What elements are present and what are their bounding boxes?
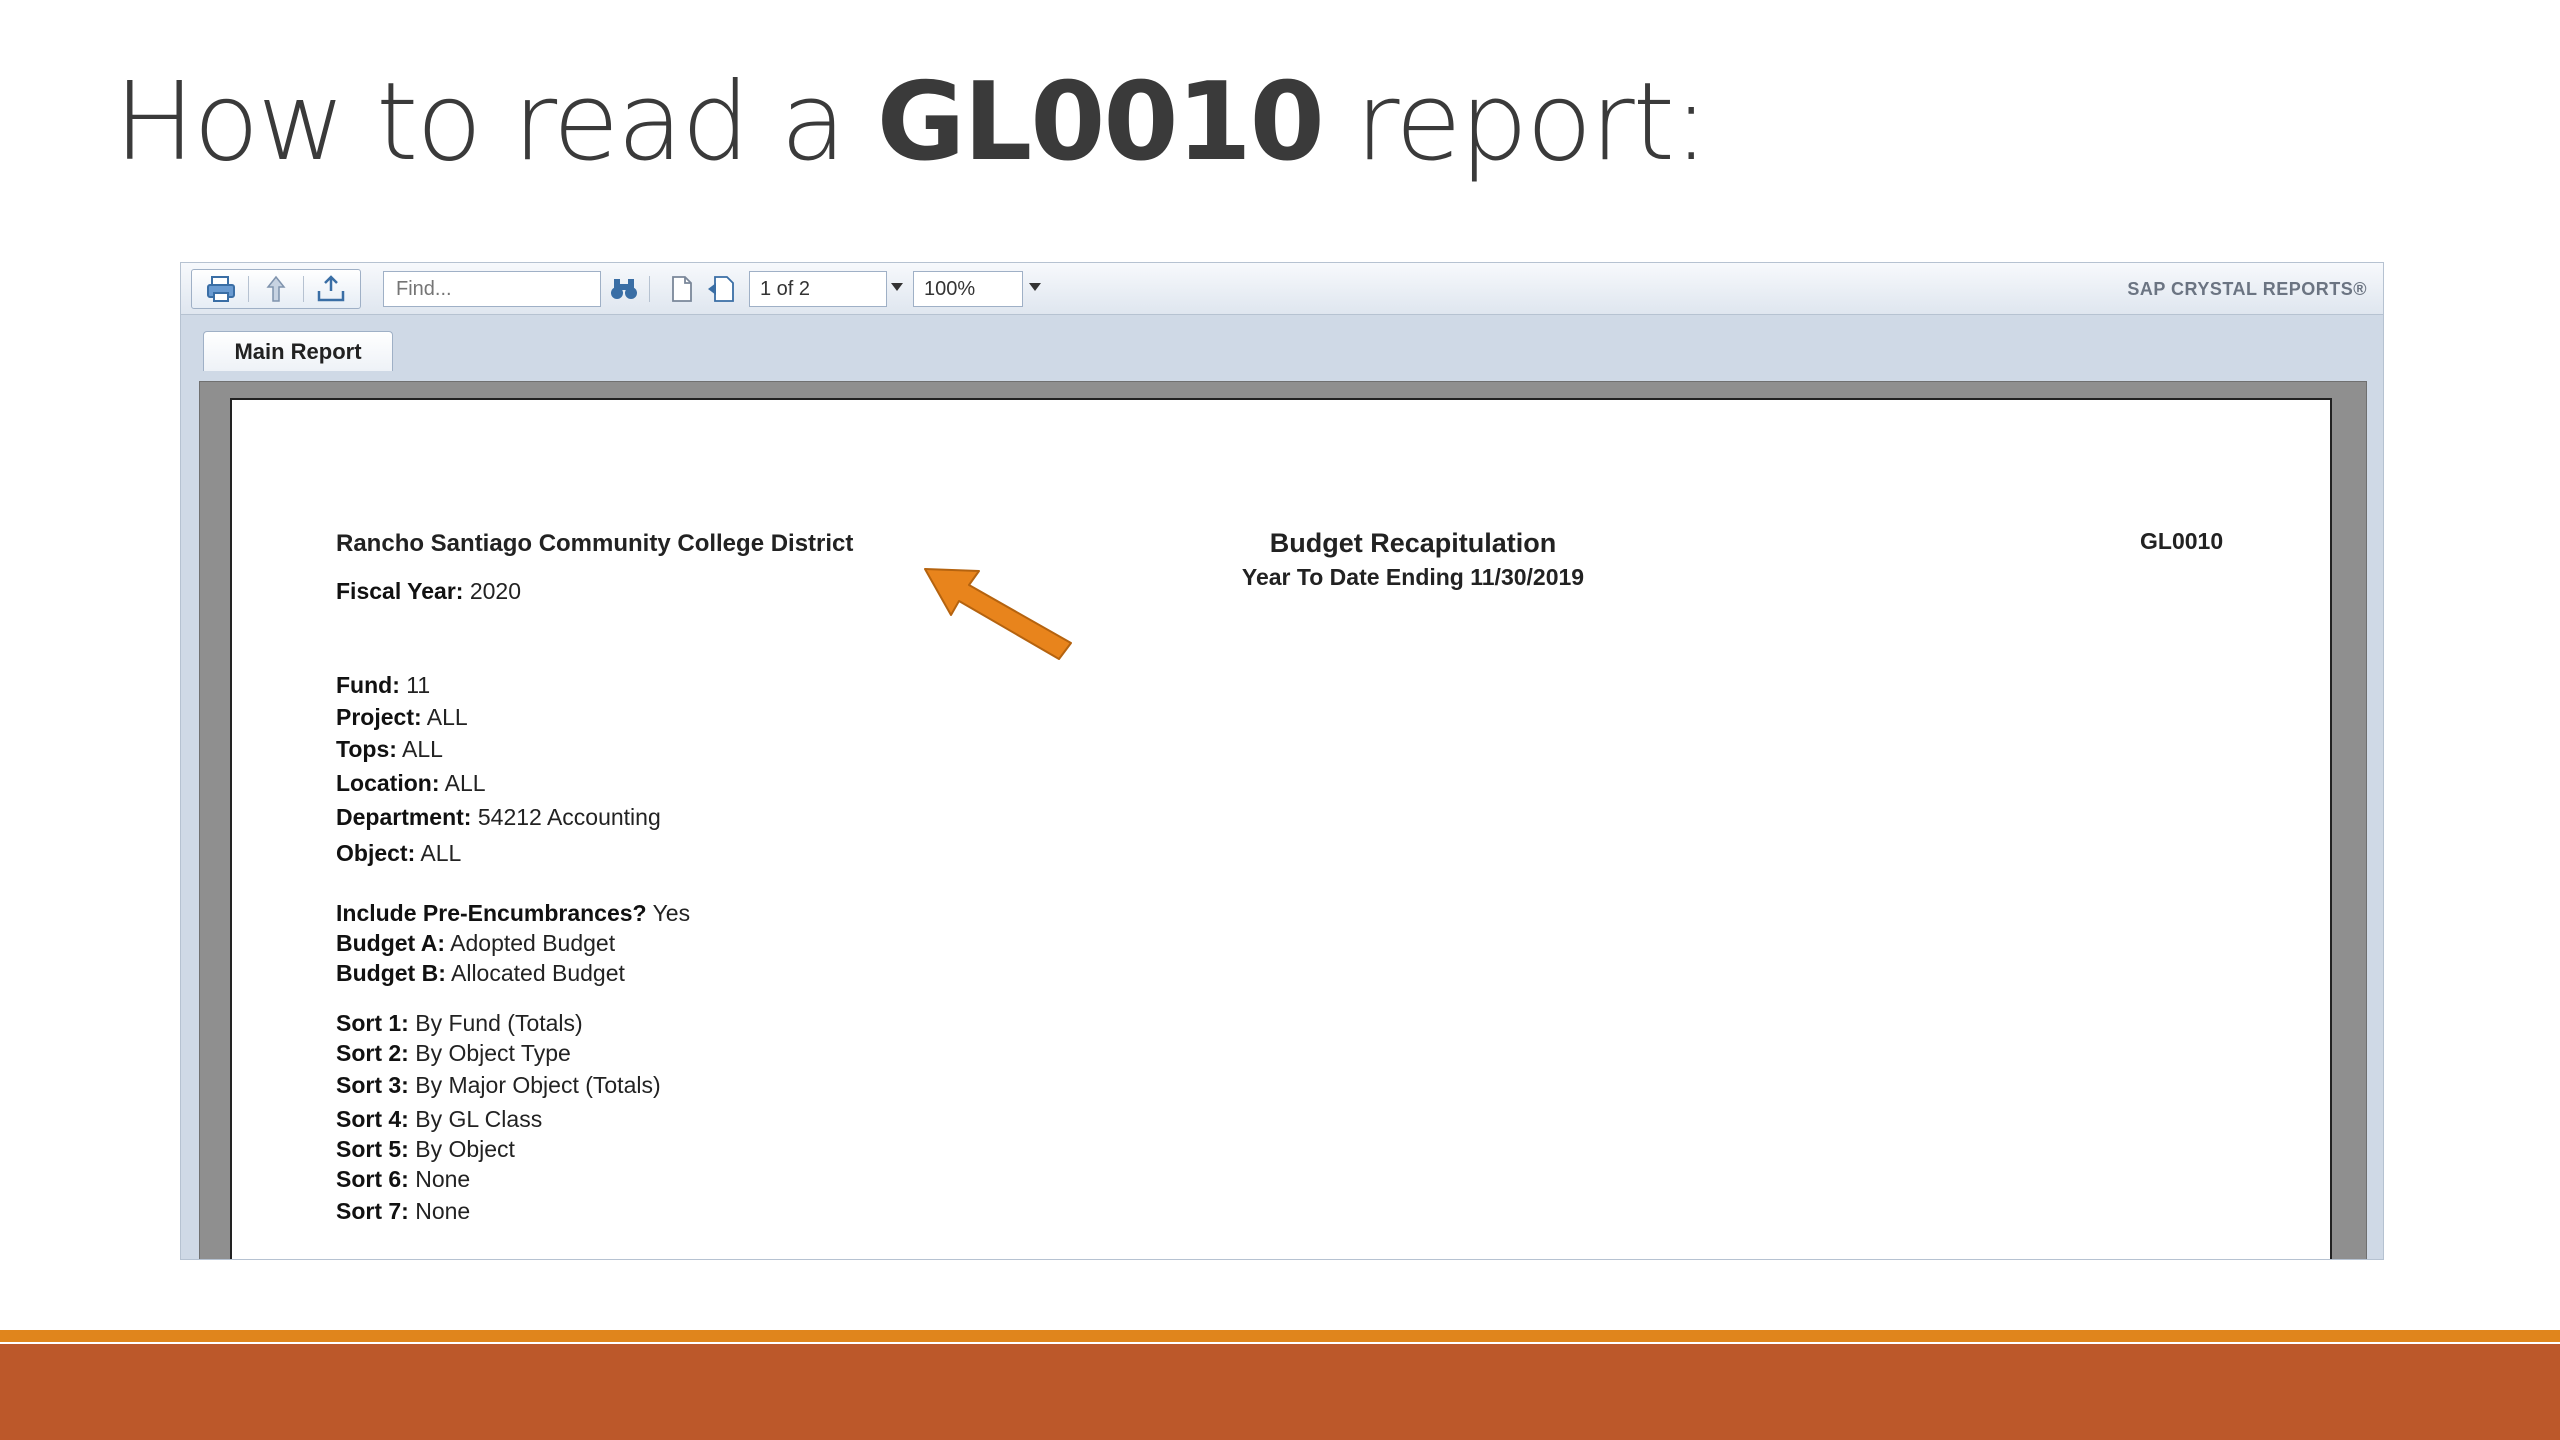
report-param-row: Tops: ALL bbox=[336, 736, 443, 763]
param-label: Sort 2: bbox=[336, 1040, 409, 1066]
report-code: GL0010 bbox=[2140, 528, 2224, 554]
param-value: None bbox=[415, 1198, 471, 1224]
param-label: Sort 3: bbox=[336, 1072, 409, 1098]
report-viewer: SAP CRYSTAL REPORTS® Main Report Rancho … bbox=[180, 262, 2384, 1260]
slide-title: How to read a GL0010 report: bbox=[114, 60, 1709, 185]
report-param-row: Include Pre-Encumbrances? Yes bbox=[336, 900, 690, 927]
next-page-icon[interactable] bbox=[705, 273, 739, 305]
param-label: Department: bbox=[336, 804, 472, 830]
title-text: How to read a bbox=[114, 60, 877, 185]
zoom-input[interactable] bbox=[913, 271, 1023, 307]
footer-accent-bar bbox=[0, 1330, 2560, 1342]
fiscal-year-value: 2020 bbox=[469, 578, 522, 604]
param-value: 11 bbox=[406, 672, 431, 698]
param-label: Sort 6: bbox=[336, 1166, 409, 1192]
report-param-row: Project: ALL bbox=[336, 704, 468, 731]
param-label: Sort 7: bbox=[336, 1198, 409, 1224]
param-value: Adopted Budget bbox=[450, 930, 616, 956]
report-param-row: Department: 54212 Accounting bbox=[336, 804, 661, 831]
brand-label: SAP CRYSTAL REPORTS® bbox=[2127, 279, 2367, 299]
fiscal-year-label: Fiscal Year: bbox=[336, 578, 464, 604]
report-subtitle: Year To Date Ending 11/30/2019 bbox=[1241, 564, 1585, 590]
param-value: By GL Class bbox=[415, 1106, 543, 1132]
report-fiscal-year: Fiscal Year: 2020 bbox=[336, 578, 521, 605]
param-value: By Major Object (Totals) bbox=[415, 1072, 661, 1098]
report-canvas[interactable]: Rancho Santiago Community College Distri… bbox=[199, 381, 2367, 1259]
report-param-row: Budget B: Allocated Budget bbox=[336, 960, 625, 987]
report-param-row: Sort 3: By Major Object (Totals) bbox=[336, 1072, 661, 1099]
param-value: ALL bbox=[402, 736, 443, 762]
page-icon[interactable] bbox=[665, 273, 699, 305]
param-value: ALL bbox=[444, 770, 486, 796]
arrow-callout-icon bbox=[924, 568, 1072, 660]
report-param-row: Object: ALL bbox=[336, 840, 461, 867]
report-param-row: Sort 1: By Fund (Totals) bbox=[336, 1010, 583, 1037]
viewer-toolbar: SAP CRYSTAL REPORTS® bbox=[181, 263, 2383, 315]
report-title: Budget Recapitulation bbox=[1269, 528, 1557, 558]
report-param-row: Sort 7: None bbox=[336, 1198, 470, 1225]
toolbar-separator bbox=[303, 276, 305, 302]
report-page: Rancho Santiago Community College Distri… bbox=[230, 398, 2332, 1259]
find-input[interactable] bbox=[383, 271, 601, 307]
report-param-row: Fund: 11 bbox=[336, 672, 430, 699]
param-value: ALL bbox=[426, 704, 468, 730]
toolbar-separator bbox=[247, 276, 249, 302]
param-label: Object: bbox=[336, 840, 416, 866]
param-label: Location: bbox=[336, 770, 440, 796]
report-param-row: Sort 5: By Object bbox=[336, 1136, 515, 1163]
param-value: Yes bbox=[652, 900, 691, 926]
upload-icon[interactable] bbox=[313, 273, 349, 305]
title-suffix: report: bbox=[1322, 60, 1709, 185]
param-label: Sort 4: bbox=[336, 1106, 409, 1132]
tab-main-report[interactable]: Main Report bbox=[203, 331, 393, 371]
report-param-row: Sort 4: By GL Class bbox=[336, 1106, 542, 1133]
report-param-row: Sort 6: None bbox=[336, 1166, 470, 1193]
param-value: By Object Type bbox=[415, 1040, 571, 1066]
param-value: ALL bbox=[420, 840, 462, 866]
export-icon[interactable] bbox=[258, 273, 294, 305]
param-label: Fund: bbox=[336, 672, 400, 698]
print-icon[interactable] bbox=[203, 273, 239, 305]
param-value: By Object bbox=[415, 1136, 515, 1162]
report-param-row: Location: ALL bbox=[336, 770, 486, 797]
param-label: Tops: bbox=[336, 736, 397, 762]
param-value: None bbox=[415, 1166, 471, 1192]
param-label: Project: bbox=[336, 704, 422, 730]
report-org-name: Rancho Santiago Community College Distri… bbox=[336, 530, 854, 557]
zoom-dropdown-icon[interactable] bbox=[1029, 283, 1041, 291]
toolbar-button-group bbox=[191, 269, 361, 309]
param-value: 54212 Accounting bbox=[477, 804, 661, 830]
title-report-code: GL0010 bbox=[876, 60, 1325, 185]
report-param-row: Budget A: Adopted Budget bbox=[336, 930, 615, 957]
param-value: By Fund (Totals) bbox=[415, 1010, 583, 1036]
param-label: Include Pre-Encumbrances? bbox=[336, 900, 647, 926]
param-label: Budget B: bbox=[336, 960, 446, 986]
param-label: Sort 1: bbox=[336, 1010, 409, 1036]
param-label: Sort 5: bbox=[336, 1136, 409, 1162]
toolbar-separator bbox=[649, 276, 650, 302]
footer-bar bbox=[0, 1344, 2560, 1440]
param-value: Allocated Budget bbox=[451, 960, 625, 986]
report-param-row: Sort 2: By Object Type bbox=[336, 1040, 571, 1067]
param-label: Budget A: bbox=[336, 930, 446, 956]
page-number-input[interactable] bbox=[749, 271, 887, 307]
binoculars-icon[interactable] bbox=[607, 273, 641, 305]
page-dropdown-icon[interactable] bbox=[891, 283, 903, 291]
